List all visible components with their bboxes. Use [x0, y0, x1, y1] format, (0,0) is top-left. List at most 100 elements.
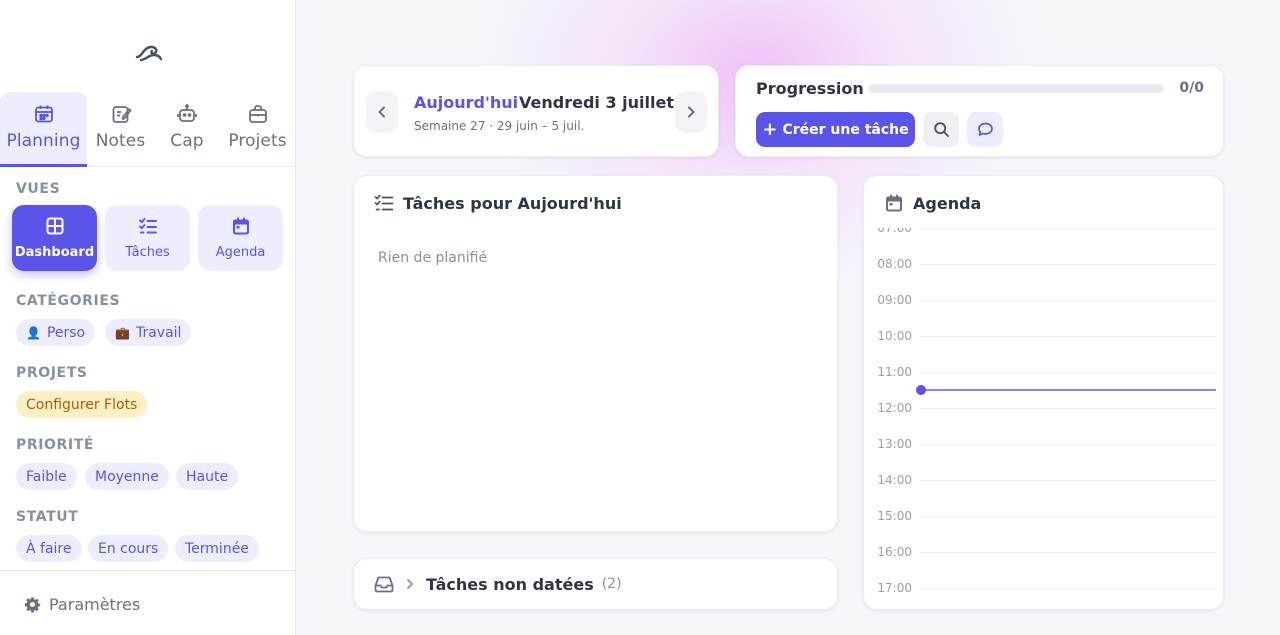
briefcase-icon: 💼 — [115, 325, 130, 340]
agenda-hour-label: 08:00 — [877, 257, 912, 271]
category-chip-label: Perso — [46, 324, 86, 341]
undated-tasks-card: Tâches non datées (2) — [353, 558, 838, 610]
agenda-hour-row[interactable]: 09:00 — [864, 293, 1224, 336]
agenda-timeline[interactable]: 07:00 08:00 09:00 10:00 11:00 12:00 13:00 14:00… — [864, 228, 1224, 608]
agenda-hour-label: 07:00 — [877, 228, 912, 235]
agenda-hour-line — [920, 480, 1216, 481]
tab-projets-label: Projets — [228, 131, 287, 151]
priority-chip-moyenne[interactable]: Moyenne — [85, 463, 169, 490]
category-chip-perso[interactable]: 👤 Perso — [16, 319, 96, 346]
today-label[interactable]: Aujourd'hui — [414, 93, 518, 112]
agenda-hour-label: 13:00 — [877, 437, 912, 451]
view-taches-button[interactable]: Tâches — [105, 205, 190, 271]
agenda-hour-row[interactable]: 07:00 — [864, 228, 1224, 264]
agenda-hour-row[interactable]: 15:00 — [864, 509, 1224, 552]
agenda-hour-label: 12:00 — [877, 401, 912, 415]
grid-icon — [46, 217, 63, 235]
agenda-hour-label: 10:00 — [877, 329, 912, 343]
view-taches-label: Tâches — [125, 245, 170, 260]
tasks-today-card: Tâches pour Aujourd'hui Rien de planifié — [353, 175, 838, 532]
status-chip-label: Terminée — [185, 540, 249, 557]
calendar-icon — [886, 194, 902, 212]
agenda-hour-line — [920, 408, 1216, 409]
view-dashboard-label: Dashboard — [14, 245, 95, 260]
agenda-hour-row[interactable]: 17:00 — [864, 581, 1224, 608]
progress-title: Progression — [756, 79, 864, 98]
undated-tasks-title: Tâches non datées — [426, 574, 594, 594]
progress-count: 0/0 — [1179, 80, 1204, 96]
next-day-button[interactable] — [675, 91, 707, 133]
priority-chip-label: Faible — [26, 468, 67, 485]
checklist-icon — [374, 194, 394, 211]
agenda-hour-row[interactable]: 12:00 — [864, 401, 1224, 444]
priority-chip-haute[interactable]: Haute — [176, 463, 239, 490]
agenda-hour-line — [920, 264, 1216, 265]
agenda-card: Agenda 07:00 08:00 09:00 10:00 11:00 12:00 13:… — [863, 175, 1224, 610]
agenda-hour-label: 16:00 — [877, 545, 912, 559]
category-chip-travail[interactable]: 💼 Travail — [105, 319, 192, 346]
agenda-hour-line — [920, 588, 1216, 589]
tab-projets[interactable]: Projets — [220, 92, 295, 167]
settings-button[interactable]: Paramètres — [24, 595, 140, 614]
agenda-hour-line — [920, 336, 1216, 337]
search-icon — [933, 122, 949, 137]
tab-cap[interactable]: Cap — [154, 92, 220, 167]
current-time-indicator — [916, 384, 1216, 395]
briefcase-icon — [248, 105, 267, 123]
agenda-hour-label: 17:00 — [877, 581, 912, 595]
agenda-hour-label: 09:00 — [877, 293, 912, 307]
project-chip-label: Configurer Flots — [26, 396, 138, 413]
status-chip-en-cours[interactable]: En cours — [88, 535, 169, 562]
chat-button[interactable] — [967, 112, 1003, 147]
priority-title: PRIORITÉ — [16, 437, 95, 453]
project-chip-configurer-flots[interactable]: Configurer Flots — [16, 391, 148, 418]
search-button[interactable] — [923, 112, 959, 147]
week-range: Semaine 27 · 29 juin – 5 juil. — [414, 119, 585, 133]
agenda-hour-row[interactable]: 10:00 — [864, 329, 1224, 372]
current-date: Vendredi 3 juillet — [519, 93, 674, 112]
create-task-button[interactable]: + Créer une tâche — [756, 112, 915, 147]
status-chip-label: En cours — [98, 540, 159, 557]
priority-chip-label: Haute — [186, 468, 229, 485]
calendar-icon — [34, 105, 53, 123]
current-time-dot — [916, 384, 926, 395]
undated-tasks-toggle[interactable]: Tâches non datées (2) — [374, 574, 622, 594]
chat-icon — [977, 122, 993, 136]
view-agenda-button[interactable]: Agenda — [198, 205, 283, 271]
progress-bar — [868, 84, 1164, 93]
chevron-right-icon — [407, 579, 413, 589]
robot-icon — [177, 104, 197, 122]
person-icon: 👤 — [26, 325, 41, 340]
tasks-today-header: Tâches pour Aujourd'hui — [374, 193, 622, 213]
agenda-hour-row[interactable]: 14:00 — [864, 473, 1224, 516]
prev-day-button[interactable] — [366, 91, 398, 133]
status-chip-terminee[interactable]: Terminée — [175, 535, 259, 562]
status-title: STATUT — [16, 509, 79, 525]
view-dashboard-button[interactable]: Dashboard — [12, 205, 97, 271]
tab-notes[interactable]: Notes — [87, 92, 154, 167]
priority-chip-faible[interactable]: Faible — [16, 463, 77, 490]
wave-logo-icon — [135, 45, 163, 62]
tab-planning[interactable]: Planning — [0, 92, 87, 167]
checklist-icon — [138, 218, 157, 234]
category-chip-label: Travail — [135, 324, 182, 341]
status-chip-label: À faire — [26, 540, 72, 557]
projects-title: PROJETS — [16, 365, 88, 381]
sidebar: Planning Notes Cap Projets VUES Dashboar… — [0, 0, 296, 635]
agenda-hour-row[interactable]: 13:00 — [864, 437, 1224, 480]
tab-cap-label: Cap — [170, 131, 204, 151]
agenda-hour-row[interactable]: 08:00 — [864, 257, 1224, 300]
settings-footer: Paramètres — [0, 570, 295, 635]
categories-title: CATÉGORIES — [16, 293, 121, 309]
agenda-hour-line — [920, 516, 1216, 517]
plus-icon: + — [762, 118, 778, 140]
tab-planning-label: Planning — [6, 131, 81, 151]
chevron-left-icon — [378, 106, 385, 118]
agenda-hour-row[interactable]: 16:00 — [864, 545, 1224, 588]
agenda-hour-line — [920, 300, 1216, 301]
agenda-hour-label: 14:00 — [877, 473, 912, 487]
agenda-title: Agenda — [913, 193, 982, 213]
date-nav-card: Aujourd'hui Vendredi 3 juillet Semaine 2… — [353, 65, 719, 157]
status-chip-a-faire[interactable]: À faire — [16, 535, 82, 562]
tasks-today-title: Tâches pour Aujourd'hui — [403, 193, 622, 213]
